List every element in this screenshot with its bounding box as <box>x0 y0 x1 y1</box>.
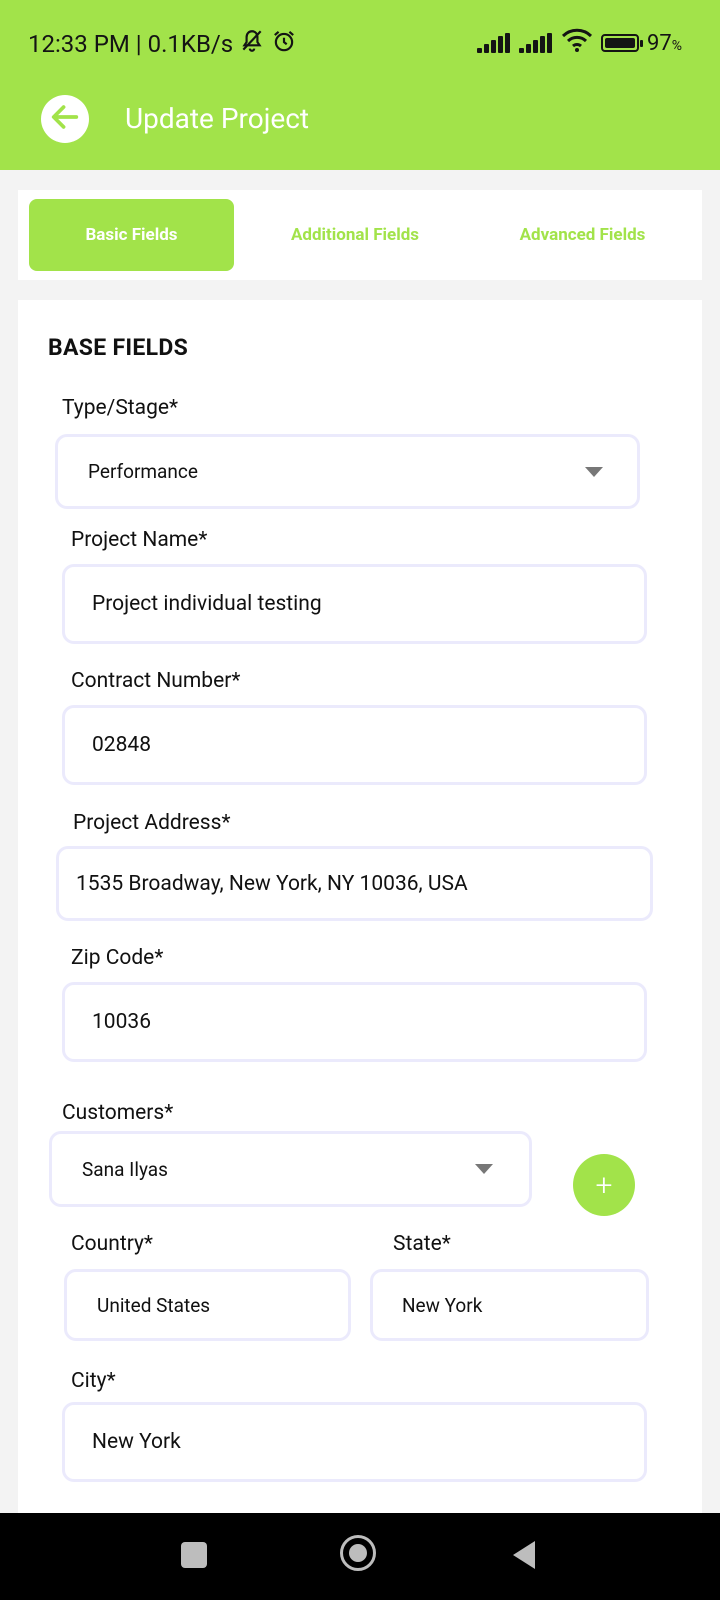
back-arrow-icon <box>48 100 82 138</box>
form-card: BASE FIELDS Type/Stage* Performance Proj… <box>18 300 702 1530</box>
type-stage-value: Performance <box>88 460 198 483</box>
country-value: United States <box>97 1293 211 1317</box>
toolbar: Update Project <box>0 90 720 170</box>
recent-apps-button[interactable] <box>181 1542 207 1568</box>
customers-label: Customers* <box>62 1101 174 1125</box>
contract-number-value: 02848 <box>92 733 152 757</box>
signal-icon <box>477 33 511 53</box>
country-label: Country* <box>71 1232 153 1256</box>
home-button[interactable] <box>340 1535 376 1571</box>
customers-value: Sana Ilyas <box>82 1157 168 1181</box>
zip-code-label: Zip Code* <box>71 946 164 970</box>
contract-number-label: Contract Number* <box>71 669 241 693</box>
status-time: 12:33 PM | 0.1KB/s <box>28 30 234 58</box>
project-name-label: Project Name* <box>71 528 208 552</box>
tab-bar: Basic Fields Additional Fields Advanced … <box>18 190 702 280</box>
project-address-label: Project Address* <box>73 811 231 835</box>
dropdown-caret-icon <box>585 467 603 477</box>
wifi-icon <box>561 28 593 58</box>
customers-select[interactable]: Sana Ilyas <box>49 1131 532 1207</box>
tab-basic-fields[interactable]: Basic Fields <box>29 199 234 271</box>
tab-additional-fields[interactable]: Additional Fields <box>255 199 455 271</box>
tab-advanced-fields[interactable]: Advanced Fields <box>480 199 685 271</box>
contract-number-input[interactable]: 02848 <box>62 705 647 785</box>
project-name-value: Project individual testing <box>92 592 322 616</box>
page-title: Update Project <box>125 102 310 135</box>
project-address-value: 1535 Broadway, New York, NY 10036, USA <box>76 871 468 896</box>
project-address-input[interactable]: 1535 Broadway, New York, NY 10036, USA <box>56 846 653 921</box>
zip-code-value: 10036 <box>92 1010 152 1034</box>
mute-bell-icon <box>239 28 265 60</box>
state-label: State* <box>393 1232 451 1256</box>
city-input[interactable]: New York <box>62 1402 647 1482</box>
app-header: 12:33 PM | 0.1KB/s 97% Update Project <box>0 0 720 170</box>
state-value: New York <box>402 1293 483 1317</box>
dropdown-caret-icon <box>475 1164 493 1174</box>
plus-icon: + <box>595 1167 613 1203</box>
city-value: New York <box>92 1430 181 1454</box>
country-input[interactable]: United States <box>64 1269 351 1341</box>
alarm-icon <box>271 28 297 60</box>
system-back-button[interactable] <box>513 1541 535 1569</box>
system-nav-bar <box>0 1513 720 1600</box>
signal-icon-2 <box>519 33 553 53</box>
battery-percent: 97% <box>647 30 682 56</box>
add-customer-button[interactable]: + <box>573 1154 635 1216</box>
back-button[interactable] <box>41 95 89 143</box>
project-name-input[interactable]: Project individual testing <box>62 564 647 644</box>
state-input[interactable]: New York <box>370 1269 649 1341</box>
battery-icon <box>601 34 643 52</box>
status-bar: 12:33 PM | 0.1KB/s 97% <box>0 0 720 88</box>
zip-code-input[interactable]: 10036 <box>62 982 647 1062</box>
type-stage-select[interactable]: Performance <box>55 434 640 509</box>
type-stage-label: Type/Stage* <box>62 396 179 420</box>
section-title: BASE FIELDS <box>48 334 189 361</box>
city-label: City* <box>71 1369 116 1393</box>
